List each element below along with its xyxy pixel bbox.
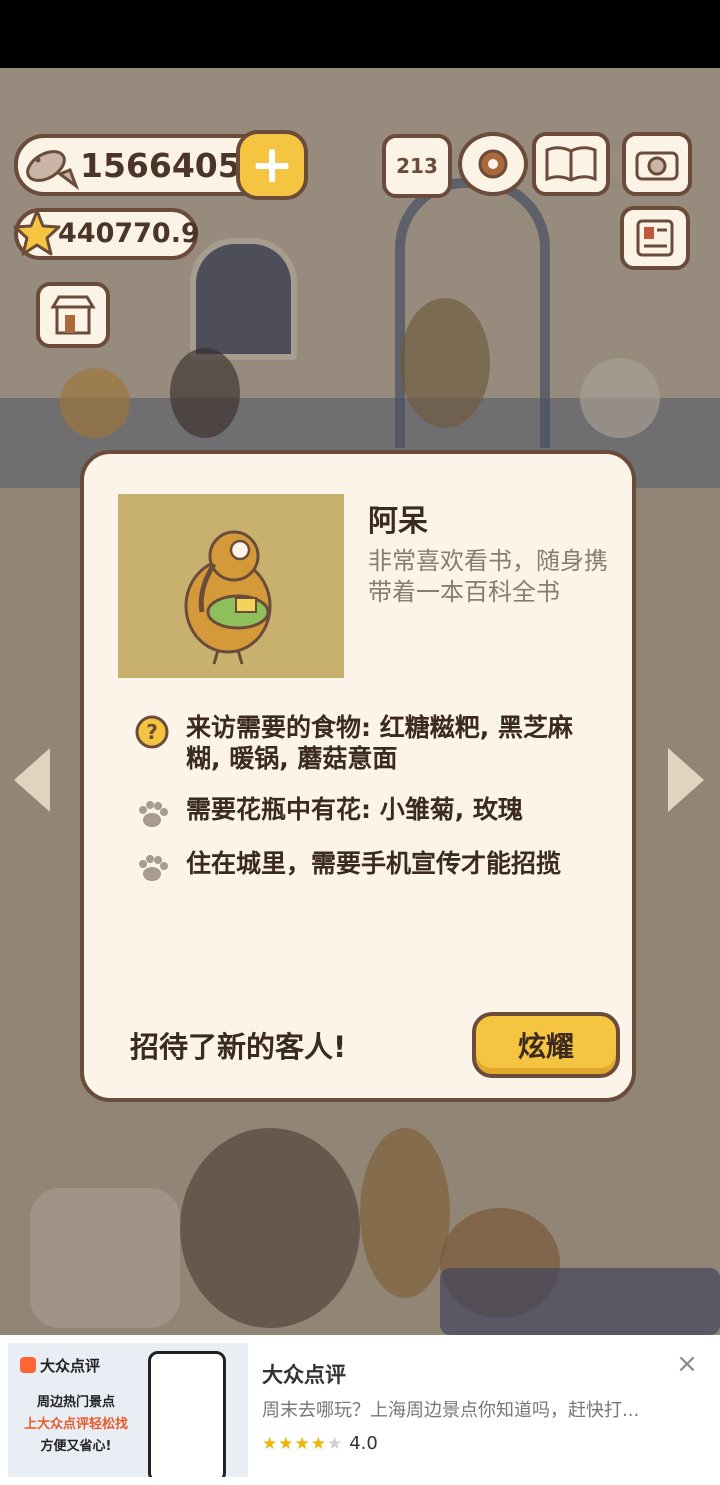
requirement-flowers: 需要花瓶中有花: 小雏菊, 玫瑰	[134, 794, 604, 834]
guest-portrait	[118, 494, 344, 678]
ad-thumb-line: 方便又省心!	[40, 1439, 112, 1454]
ad-thumb-line: 周边热门景点	[36, 1395, 115, 1410]
shop-icon	[50, 295, 96, 335]
welcome-message: 招待了新的客人!	[130, 1030, 347, 1064]
next-arrow[interactable]	[668, 748, 704, 812]
previous-arrow[interactable]	[14, 748, 50, 812]
newspaper-button[interactable]	[620, 206, 690, 270]
ad-thumb-logo-text: 大众点评	[40, 1357, 101, 1375]
show-off-button[interactable]: 炫耀	[472, 1012, 620, 1078]
requirement-text: 来访需要的食物: 红糖糍粑, 黑芝麻糊, 暖锅, 蘑菇意面	[186, 713, 573, 773]
newspaper-icon	[636, 219, 674, 257]
book-icon	[545, 146, 597, 182]
requirement-text: 住在城里，需要手机宣传才能招揽	[186, 849, 562, 878]
question-icon: ?	[135, 715, 169, 749]
paw-icon	[139, 855, 168, 881]
catalog-button[interactable]	[532, 132, 610, 196]
star-icon	[13, 209, 61, 256]
ad-rating: ★★★★★ 4.0	[262, 1433, 378, 1454]
camera-button[interactable]	[622, 132, 692, 196]
ad-thumbnail[interactable]: 大众点评 周边热门景点 上大众点评轻松找 方便又省心!	[8, 1343, 248, 1477]
ad-banner[interactable]: 大众点评 周边热门景点 上大众点评轻松找 方便又省心! 大众点评 周末去哪玩？上…	[0, 1335, 720, 1485]
ad-thumb-logo: 大众点评	[20, 1355, 100, 1376]
fish-icon	[26, 150, 80, 191]
phone-mockup	[148, 1351, 226, 1477]
ranking-icon: 213	[396, 154, 438, 178]
ad-description: 周末去哪玩？上海周边景点你知道吗，赶快打...	[262, 1400, 640, 1421]
shop-button[interactable]	[36, 282, 110, 348]
ad-thumb-line: 上大众点评轻松找	[23, 1417, 128, 1432]
close-icon[interactable]: ×	[674, 1351, 700, 1377]
requirement-food: ? 来访需要的食物: 红糖糍粑, 黑芝麻糊, 暖锅, 蘑菇意面	[134, 712, 604, 782]
ad-title: 大众点评	[262, 1363, 346, 1387]
requirement-text: 需要花瓶中有花: 小雏菊, 玫瑰	[186, 795, 523, 824]
rating-stars-icon: ★★★★★	[262, 1433, 344, 1454]
status-bar	[0, 0, 720, 68]
camera-icon	[635, 151, 679, 181]
star-count: 440770.9	[58, 218, 200, 249]
add-currency-button[interactable]: +	[236, 130, 308, 200]
guest-description: 非常喜欢看书，随身携带着一本百科全书	[368, 547, 608, 606]
svg-text:?: ?	[146, 720, 158, 744]
new-guest-dialog: 阿呆 非常喜欢看书，随身携带着一本百科全书 ? 来访需要的食物: 红糖糍粑, 黑…	[80, 450, 636, 1102]
settings-button[interactable]	[458, 132, 528, 196]
star-currency: 440770.9	[13, 208, 200, 260]
guest-name: 阿呆	[368, 504, 428, 539]
dianping-logo-icon	[20, 1357, 36, 1373]
requirement-city: 住在城里，需要手机宣传才能招揽	[134, 848, 604, 888]
ranking-button[interactable]: 213	[382, 134, 452, 198]
paw-icon	[139, 801, 168, 827]
kiwi-bird-illustration	[184, 530, 272, 665]
gear-icon	[478, 149, 508, 179]
rating-value: 4.0	[349, 1433, 378, 1454]
